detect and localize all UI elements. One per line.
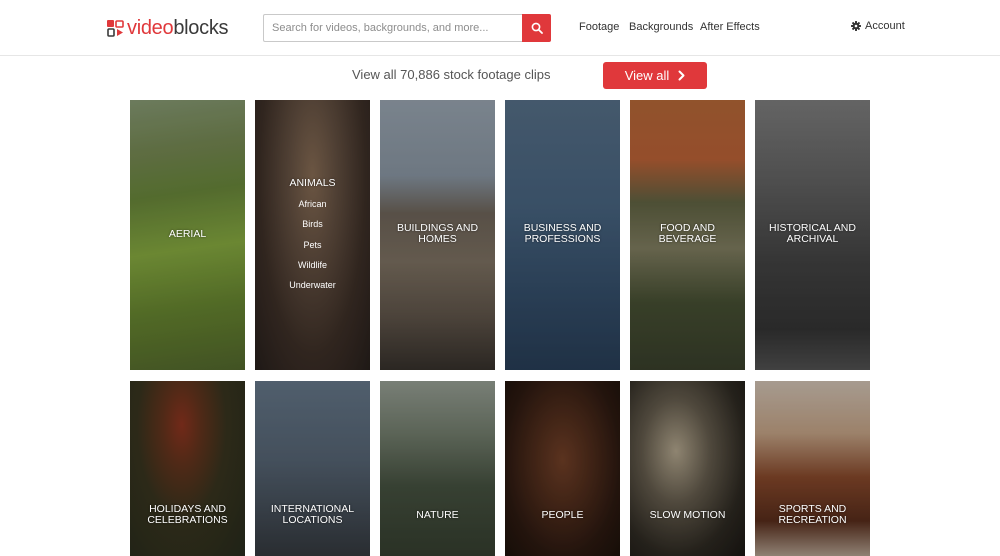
- category-label: SLOW MOTION: [649, 509, 726, 521]
- category-tile-slow-motion[interactable]: SLOW MOTION: [630, 381, 745, 556]
- chevron-right-icon: [678, 70, 685, 81]
- category-tile-food-and-beverage[interactable]: FOOD AND BEVERAGE: [630, 100, 745, 370]
- tile-overlay: [255, 381, 370, 556]
- view-all-button[interactable]: View all: [603, 62, 707, 89]
- subcategory-link[interactable]: Pets: [255, 240, 370, 260]
- account-menu[interactable]: Account: [851, 20, 905, 32]
- category-label: HISTORICAL AND ARCHIVAL: [769, 222, 856, 245]
- account-label: Account: [865, 20, 905, 32]
- category-label: BUILDINGS AND HOMES: [396, 222, 479, 245]
- category-tile-business-and-professions[interactable]: BUSINESS AND PROFESSIONS: [505, 100, 620, 370]
- category-tile-animals[interactable]: ANIMALS African Birds Pets Wildlife Unde…: [255, 100, 370, 370]
- stock-count-text: View all 70,886 stock footage clips: [352, 67, 551, 82]
- category-tile-buildings-and-homes[interactable]: BUILDINGS AND HOMES: [380, 100, 495, 370]
- tile-overlay: [130, 381, 245, 556]
- category-label: PEOPLE: [541, 509, 584, 521]
- search-button[interactable]: [522, 14, 551, 42]
- category-tile-international-locations[interactable]: INTERNATIONAL LOCATIONS: [255, 381, 370, 556]
- category-label: INTERNATIONAL LOCATIONS: [270, 503, 355, 526]
- category-tile-sports-and-recreation[interactable]: SPORTS AND RECREATION: [755, 381, 870, 556]
- nav-footage[interactable]: Footage: [579, 21, 619, 33]
- logo-text: videoblocks: [127, 16, 229, 40]
- logo-text-blocks: blocks: [173, 16, 229, 39]
- top-header: videoblocks Footage Backgrounds After Ef…: [0, 0, 1000, 56]
- subcategory-link[interactable]: Underwater: [255, 280, 370, 300]
- subcategory-link[interactable]: Birds: [255, 219, 370, 239]
- videoblocks-logo[interactable]: videoblocks: [107, 15, 229, 41]
- category-label: HOLIDAYS AND CELEBRATIONS: [147, 503, 228, 526]
- category-label: AERIAL: [168, 228, 207, 240]
- nav-after-effects[interactable]: After Effects: [700, 21, 760, 33]
- tile-overlay: [505, 381, 620, 556]
- view-all-label: View all: [624, 68, 670, 83]
- category-tile-nature[interactable]: NATURE: [380, 381, 495, 556]
- category-label: NATURE: [416, 509, 459, 521]
- tile-overlay: [380, 381, 495, 556]
- category-tile-historical-and-archival[interactable]: HISTORICAL AND ARCHIVAL: [755, 100, 870, 370]
- tile-overlay: [755, 381, 870, 556]
- category-tile-aerial[interactable]: AERIAL: [130, 100, 245, 370]
- category-tile-people[interactable]: PEOPLE: [505, 381, 620, 556]
- category-label: SPORTS AND RECREATION: [778, 503, 847, 526]
- category-label: BUSINESS AND PROFESSIONS: [523, 222, 602, 245]
- tile-overlay: [630, 381, 745, 556]
- category-label: FOOD AND BEVERAGE: [658, 222, 717, 245]
- animals-subcategory-list: African Birds Pets Wildlife Underwater: [255, 199, 370, 300]
- gear-icon: [851, 21, 861, 31]
- subcategory-link[interactable]: Wildlife: [255, 260, 370, 280]
- nav-backgrounds[interactable]: Backgrounds: [629, 21, 693, 33]
- category-label: ANIMALS: [289, 177, 336, 189]
- search-bar: [263, 14, 551, 42]
- search-input[interactable]: [263, 14, 522, 42]
- logo-icon: [107, 19, 124, 37]
- category-tile-holidays-and-celebrations[interactable]: HOLIDAYS AND CELEBRATIONS: [130, 381, 245, 556]
- search-icon: [531, 22, 543, 34]
- subcategory-link[interactable]: African: [255, 199, 370, 219]
- logo-text-video: video: [127, 16, 174, 39]
